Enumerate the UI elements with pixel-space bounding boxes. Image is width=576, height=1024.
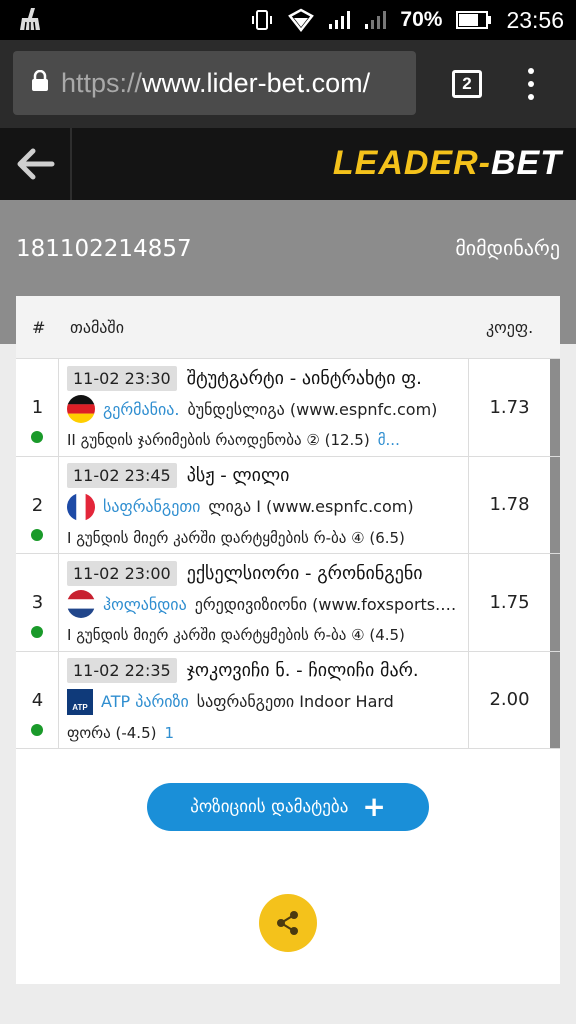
table-row[interactable]: 3 11-02 23:00 ექსელსიორი - გრონინგენი ჰოლ… [16, 554, 560, 652]
battery-percent: 70% [400, 8, 443, 31]
match-time: 11-02 23:45 [67, 463, 177, 488]
live-indicator-icon [31, 431, 43, 443]
live-indicator-icon [31, 723, 43, 736]
germany-flag-icon [67, 395, 95, 423]
market-name: ფორა (-4.5) [67, 723, 157, 742]
match-name: პსჟ - ლილი [186, 465, 290, 486]
row-number: 4 [31, 689, 44, 711]
country-link[interactable]: გერმანია. [103, 400, 180, 419]
broom-icon [16, 6, 42, 32]
add-position-button[interactable]: პოზიციის დამატება + [147, 783, 429, 831]
leader-bet-logo: LEADER-BET [332, 144, 562, 182]
lock-icon [31, 69, 49, 96]
share-button[interactable] [259, 894, 317, 952]
live-indicator-icon [31, 626, 43, 638]
bet-coupon-card: # თამაში კოეფ. 1 11-02 23:30 შტუტგარტი - … [16, 296, 560, 1024]
column-header-odds: კოეფ. [486, 318, 534, 337]
column-header-game: თამაში [70, 318, 124, 337]
pick: მ... [377, 431, 400, 449]
url-scheme: https:// [61, 67, 143, 98]
league-name: საფრანგეთი Indoor Hard [196, 692, 394, 711]
row-number: 3 [31, 592, 44, 613]
live-indicator-icon [31, 528, 43, 541]
browser-toolbar: https://www.lider-bet.com/ 2 [0, 40, 576, 128]
clock: 23:56 [506, 6, 564, 33]
odds-value: 1.78 [489, 494, 530, 516]
row-scroll-bar [550, 651, 560, 748]
column-header-num: # [32, 318, 46, 337]
card-footer [16, 984, 560, 1024]
match-time: 11-02 22:35 [67, 658, 177, 683]
pick: 1 [164, 723, 175, 742]
coupon-status: მიმდინარე [455, 236, 560, 260]
table-header: # თამაში კოეფ. [16, 296, 560, 359]
match-name: შტუტგარტი - აინტრახტი ფ. [186, 367, 422, 389]
coupon-id: 181102214857 [16, 236, 192, 262]
signal-icon [328, 10, 351, 30]
tab-switcher-button[interactable]: 2 [452, 70, 482, 98]
url-text: https://www.lider-bet.com/ [61, 68, 370, 99]
country-link[interactable]: საფრანგეთი [103, 497, 200, 516]
back-button[interactable] [0, 128, 72, 200]
add-position-label: პოზიციის დამატება [190, 797, 349, 817]
row-number: 1 [31, 397, 44, 418]
league-name: ლიგა I (www.espnfc.com) [208, 497, 414, 516]
row-number: 2 [31, 494, 44, 516]
match-name: ჯოკოვიჩი ნ. - ჩილიჩი მარ. [186, 660, 419, 681]
data-arrows-icon [288, 8, 315, 32]
match-time: 11-02 23:30 [67, 365, 177, 391]
france-flag-icon [67, 492, 95, 521]
match-time: 11-02 23:00 [67, 560, 177, 586]
row-scroll-bar [550, 456, 560, 553]
netherlands-flag-icon [67, 590, 95, 618]
url-host: www.lider-bet.com/ [142, 67, 371, 98]
match-name: ექსელსიორი - გრონინგენი [186, 562, 423, 584]
browser-menu-icon[interactable] [522, 68, 540, 100]
plus-icon: + [362, 790, 386, 823]
signal-icon [364, 10, 387, 30]
arrow-left-icon [17, 148, 55, 180]
app-header: LEADER-BET [0, 128, 576, 200]
country-link[interactable]: ჰოლანდია [103, 595, 187, 614]
status-bar: 70% 23:56 [0, 0, 576, 40]
market-name: I გუნდის მიერ კარში დარტყმების რ-ბა ④ (4… [67, 626, 405, 644]
market-name: I გუნდის მიერ კარში დარტყმების რ-ბა ④ (6… [67, 528, 405, 547]
vibrate-icon [250, 8, 274, 32]
odds-value: 1.75 [489, 591, 530, 613]
table-row[interactable]: 2 11-02 23:45 პსჟ - ლილი საფრანგეთი ლიგა … [16, 456, 560, 554]
url-bar[interactable]: https://www.lider-bet.com/ [13, 51, 416, 115]
table-row[interactable]: 1 11-02 23:30 შტუტგარტი - აინტრახტი ფ. გე… [16, 359, 560, 457]
league-name: ერედივიზიონი (www.foxsports.com) [194, 594, 465, 614]
share-icon [277, 911, 298, 935]
country-link[interactable]: ATP პარიზი [101, 692, 189, 711]
odds-value: 1.73 [489, 396, 530, 418]
atp-logo-icon: ATP [67, 688, 93, 715]
table-row[interactable]: 4 11-02 22:35 ჯოკოვიჩი ნ. - ჩილიჩი მარ. A… [16, 651, 560, 749]
row-scroll-bar [550, 554, 560, 651]
league-name: ბუნდესლიგა (www.espnfc.com) [187, 399, 438, 419]
battery-icon [456, 10, 492, 30]
odds-value: 2.00 [489, 689, 530, 711]
row-scroll-bar [550, 359, 560, 456]
bets-table: 1 11-02 23:30 შტუტგარტი - აინტრახტი ფ. გე… [16, 359, 560, 749]
market-name: II გუნდის ჯარიმების რაოდენობა ② (12.5) [67, 431, 370, 449]
